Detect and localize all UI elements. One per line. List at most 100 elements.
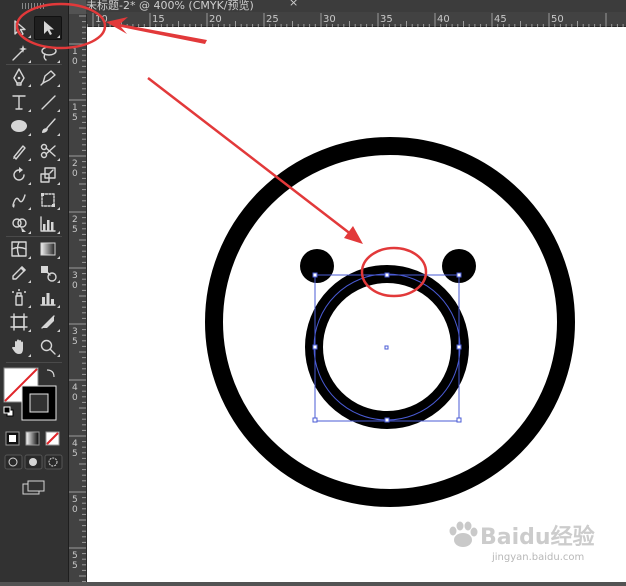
ruler-v-label: 5 [72,225,78,235]
ruler-v-label: 0 [72,169,78,179]
shape-builder-icon [12,218,27,232]
gradient-tool[interactable] [34,237,62,261]
magic-wand-tool[interactable] [5,41,33,65]
ellipse-tool[interactable] [5,114,33,138]
brush-icon [42,118,56,133]
arrow-outline-icon [14,20,26,36]
ruler-v-label: 2 [72,159,78,169]
default-colors-icon [3,406,14,417]
ruler-h-label: 15 [152,14,165,25]
pen-tool[interactable] [5,65,33,89]
ruler-v-label: 2 [72,215,78,225]
screen-mode-icon[interactable] [19,478,49,498]
ruler-h-label: 40 [437,14,450,25]
ruler-v-label: 0 [72,393,78,403]
curvature-tool[interactable] [34,65,62,89]
ruler-h-label: 35 [380,14,393,25]
ruler-h-label: 25 [266,14,279,25]
lasso-icon [41,45,57,61]
ruler-v-label: 1 [72,47,78,57]
arrow-filled-icon [44,21,54,35]
fill-stroke-controls[interactable] [0,362,68,482]
horizontal-ruler[interactable]: 10 15 20 25 30 35 40 45 50 [86,12,626,27]
close-tab-icon[interactable]: × [289,0,298,9]
mesh-tool[interactable] [5,237,33,261]
horizontal-ruler-ticks: 10 15 20 25 30 35 40 45 50 [86,13,624,27]
symbol-sprayer-tool[interactable] [5,286,33,310]
ruler-h-label: 45 [494,14,507,25]
document-tab-title[interactable]: 未标题-2* @ 400% (CMYK/预览) [86,0,254,12]
direct-selection-tool[interactable] [34,16,62,40]
toolbar-separator [6,236,62,237]
eyedropper-tool[interactable] [5,261,33,285]
column-graph-tool[interactable] [34,286,62,310]
toolbar-separator [6,64,62,65]
panel-grip[interactable] [22,3,46,9]
watermark-url: jingyan.baidu.com [492,552,585,563]
warp-icon [12,193,26,208]
mesh-icon [11,240,27,257]
rotate-icon [13,167,25,181]
artboard-icon [10,313,28,331]
line-tool[interactable] [34,90,62,114]
shape-builder-tool[interactable] [5,212,33,236]
tools-panel [0,0,69,582]
vertical-ruler[interactable]: 10152025303540455055 [69,14,87,583]
ruler-v-label: 0 [72,57,78,67]
brand-text: Baidu经验 [480,524,595,550]
drawing-mode-buttons [4,454,63,470]
ruler-v-label: 5 [72,561,78,571]
warp-tool[interactable] [5,188,33,212]
scissors-tool[interactable] [34,139,62,163]
ellipse-icon [11,120,27,132]
vertical-ruler-ticks: 10152025303540455055 [69,15,86,583]
slice-icon [41,315,55,329]
artboard-canvas[interactable]: Baidu经验 jingyan.baidu.com [87,27,626,582]
rotate-tool[interactable] [5,163,33,187]
ruler-h-label: 10 [95,14,108,25]
hand-tool[interactable] [5,335,33,359]
baidu-logo-watermark: Baidu经验 [449,521,595,550]
color-mode-buttons [5,431,60,446]
paintbrush-tool[interactable] [34,114,62,138]
type-tool[interactable] [5,90,33,114]
scale-tool[interactable] [34,163,62,187]
ruler-v-label: 0 [72,281,78,291]
ruler-h-label: 30 [323,14,336,25]
ruler-v-label: 1 [72,103,78,113]
wand-icon [12,44,27,61]
scissors-icon [40,143,56,158]
ruler-v-label: 0 [72,505,78,515]
graph-icon [40,216,56,232]
zoom-icon [40,339,56,355]
scale-icon [40,167,56,183]
graph-tool[interactable] [34,212,62,236]
ruler-v-label: 3 [72,271,78,281]
artboard-tool[interactable] [5,310,33,334]
pencil-tool[interactable] [5,139,33,163]
ruler-v-label: 4 [72,439,78,449]
ruler-v-label: 5 [72,337,78,347]
zoom-tool[interactable] [34,335,62,359]
selection-tool[interactable] [5,16,33,40]
hand-icon [12,339,23,354]
paw-icon [449,521,478,547]
ruler-v-label: 4 [72,383,78,393]
blend-tool[interactable] [34,261,62,285]
ruler-v-label: 5 [72,449,78,459]
slice-tool[interactable] [34,310,62,334]
ruler-v-label: 5 [72,113,78,123]
pencil-icon [13,144,26,160]
pen-curve-icon [40,70,56,86]
column-graph-icon [40,292,56,306]
free-transform-tool[interactable] [34,188,62,212]
sprayer-icon [12,288,26,306]
type-icon [12,94,26,110]
ruler-v-label: 5 [72,551,78,561]
pen-icon [13,68,25,86]
ruler-h-label: 20 [209,14,222,25]
ruler-v-label: 5 [72,495,78,505]
lasso-tool[interactable] [34,41,62,65]
line-icon [41,94,56,110]
ruler-h-label: 50 [551,14,564,25]
